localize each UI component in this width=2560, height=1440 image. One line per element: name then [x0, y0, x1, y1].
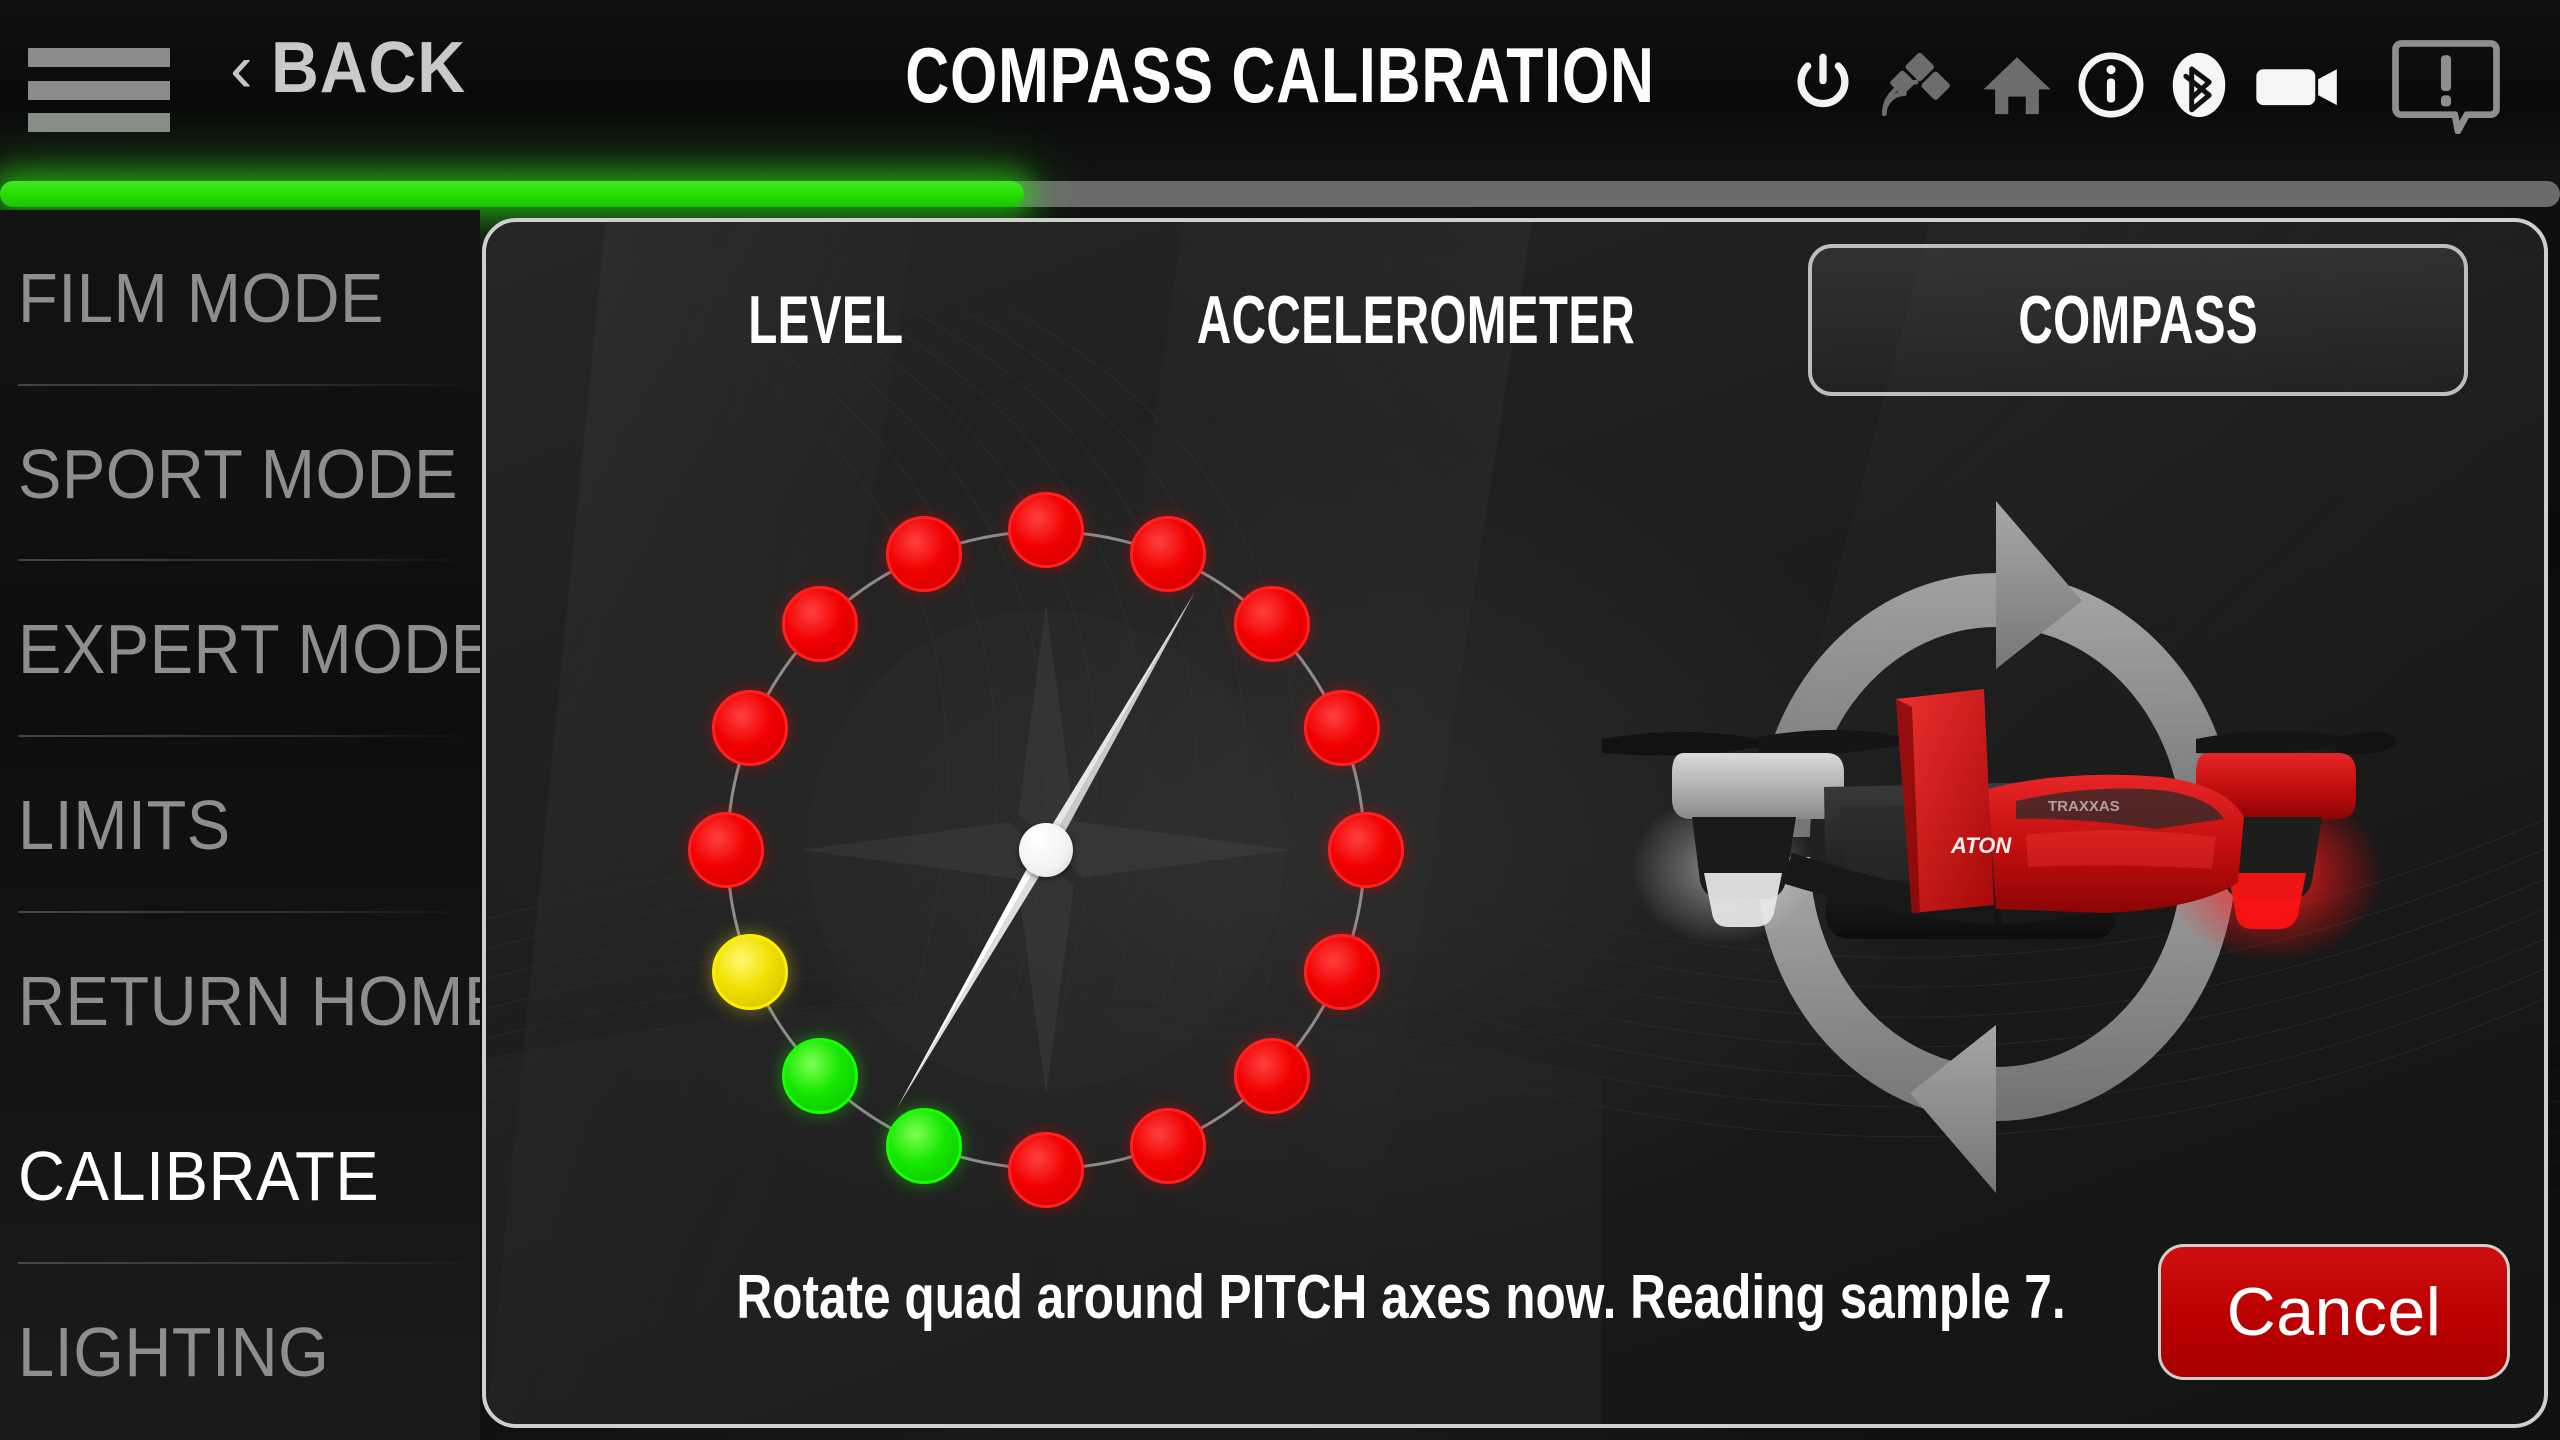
sidebar-label: RETURN HOME	[18, 961, 480, 1040]
tab-level[interactable]: LEVEL	[626, 244, 1026, 396]
sidebar-item-sport-mode[interactable]: SPORT MODE	[0, 386, 480, 562]
tab-label: ACCELEROMETER	[1196, 282, 1636, 358]
calibration-status-message: Rotate quad around PITCH axes now. Readi…	[736, 1263, 2066, 1332]
power-icon[interactable]	[1788, 50, 1858, 120]
cancel-button[interactable]: Cancel	[2158, 1244, 2510, 1380]
cancel-button-label: Cancel	[2226, 1274, 2442, 1350]
info-icon[interactable]	[2076, 50, 2146, 120]
compass-needle-hub	[1019, 823, 1073, 877]
sidebar-item-return-home[interactable]: RETURN HOME	[0, 913, 480, 1089]
calibration-panel: LEVEL ACCELEROMETER COMPASS ATON TRAXXAS…	[482, 218, 2548, 1428]
bluetooth-icon[interactable]	[2168, 50, 2230, 120]
tab-compass[interactable]: COMPASS	[1808, 244, 2468, 396]
sidebar-item-expert-mode[interactable]: EXPERT MODE	[0, 561, 480, 738]
chevron-left-icon: ‹	[230, 30, 253, 106]
calibration-tabs: LEVEL ACCELEROMETER COMPASS	[486, 230, 2544, 405]
sidebar-item-film-mode[interactable]: FILM MODE	[0, 210, 480, 386]
calibration-progress-track	[0, 181, 2560, 207]
sidebar-label: CALIBRATE	[18, 1137, 380, 1216]
tab-label: LEVEL	[748, 282, 904, 358]
sidebar-item-lighting[interactable]: LIGHTING	[0, 1264, 480, 1440]
hamburger-bar-2	[28, 80, 170, 100]
svg-text:TRAXXAS: TRAXXAS	[2048, 798, 2120, 815]
compass-widget	[646, 450, 1446, 1250]
tab-accelerometer[interactable]: ACCELEROMETER	[1066, 244, 1766, 396]
hamburger-bar-3	[28, 113, 170, 132]
calibration-progress-fill	[0, 181, 1024, 207]
quadcopter-icon: ATON TRAXXAS	[1602, 689, 2396, 963]
sidebar-label: FILM MODE	[18, 258, 384, 337]
satellite-icon[interactable]	[1880, 50, 1958, 120]
svg-text:ATON: ATON	[1950, 833, 2012, 858]
sidebar-label: SPORT MODE	[18, 434, 458, 513]
camera-icon[interactable]	[2252, 50, 2344, 120]
app-root: ‹ BACK COMPASS CALIBRATION FILM MODE SPO…	[0, 0, 2560, 1440]
sidebar-label: LIGHTING	[18, 1312, 330, 1391]
tab-label: COMPASS	[2018, 282, 2258, 358]
hamburger-bar-1	[28, 48, 170, 67]
home-icon[interactable]	[1980, 50, 2054, 120]
sidebar-item-limits[interactable]: LIMITS	[0, 737, 480, 913]
settings-sidebar: FILM MODE SPORT MODE EXPERT MODE LIMITS …	[0, 210, 480, 1440]
sidebar-label: LIMITS	[18, 785, 231, 864]
hamburger-menu-icon[interactable]	[28, 48, 170, 132]
sidebar-label: EXPERT MODE	[18, 610, 480, 689]
warning-bubble-icon[interactable]	[2392, 36, 2500, 134]
sidebar-item-calibrate[interactable]: CALIBRATE	[0, 1088, 480, 1265]
status-icon-tray	[1788, 36, 2500, 134]
top-bar: ‹ BACK COMPASS CALIBRATION	[0, 0, 2560, 185]
drone-rotation-illustration: ATON TRAXXAS	[1576, 447, 2416, 1257]
